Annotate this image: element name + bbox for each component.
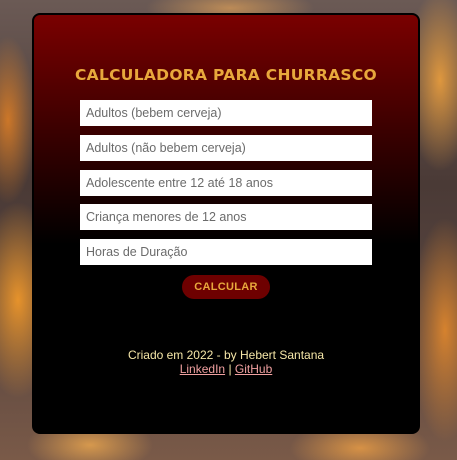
linkedin-link[interactable]: LinkedIn bbox=[180, 362, 225, 376]
children-input[interactable] bbox=[80, 204, 372, 230]
teenagers-input[interactable] bbox=[80, 170, 372, 196]
page-title: CALCULADORA PARA CHURRASCO bbox=[74, 66, 378, 84]
calculator-card: CALCULADORA PARA CHURRASCO CALCULAR Cria… bbox=[32, 13, 420, 434]
adults-no-beer-input[interactable] bbox=[80, 135, 372, 161]
adults-beer-input[interactable] bbox=[80, 100, 372, 126]
calculate-button[interactable]: CALCULAR bbox=[182, 275, 270, 299]
footer: Criado em 2022 - by Hebert Santana Linke… bbox=[34, 348, 418, 376]
footer-links: LinkedIn | GitHub bbox=[34, 362, 418, 376]
github-link[interactable]: GitHub bbox=[235, 362, 272, 376]
link-separator: | bbox=[228, 362, 232, 376]
credit-text: Criado em 2022 - by Hebert Santana bbox=[127, 348, 325, 362]
duration-hours-input[interactable] bbox=[80, 239, 372, 265]
